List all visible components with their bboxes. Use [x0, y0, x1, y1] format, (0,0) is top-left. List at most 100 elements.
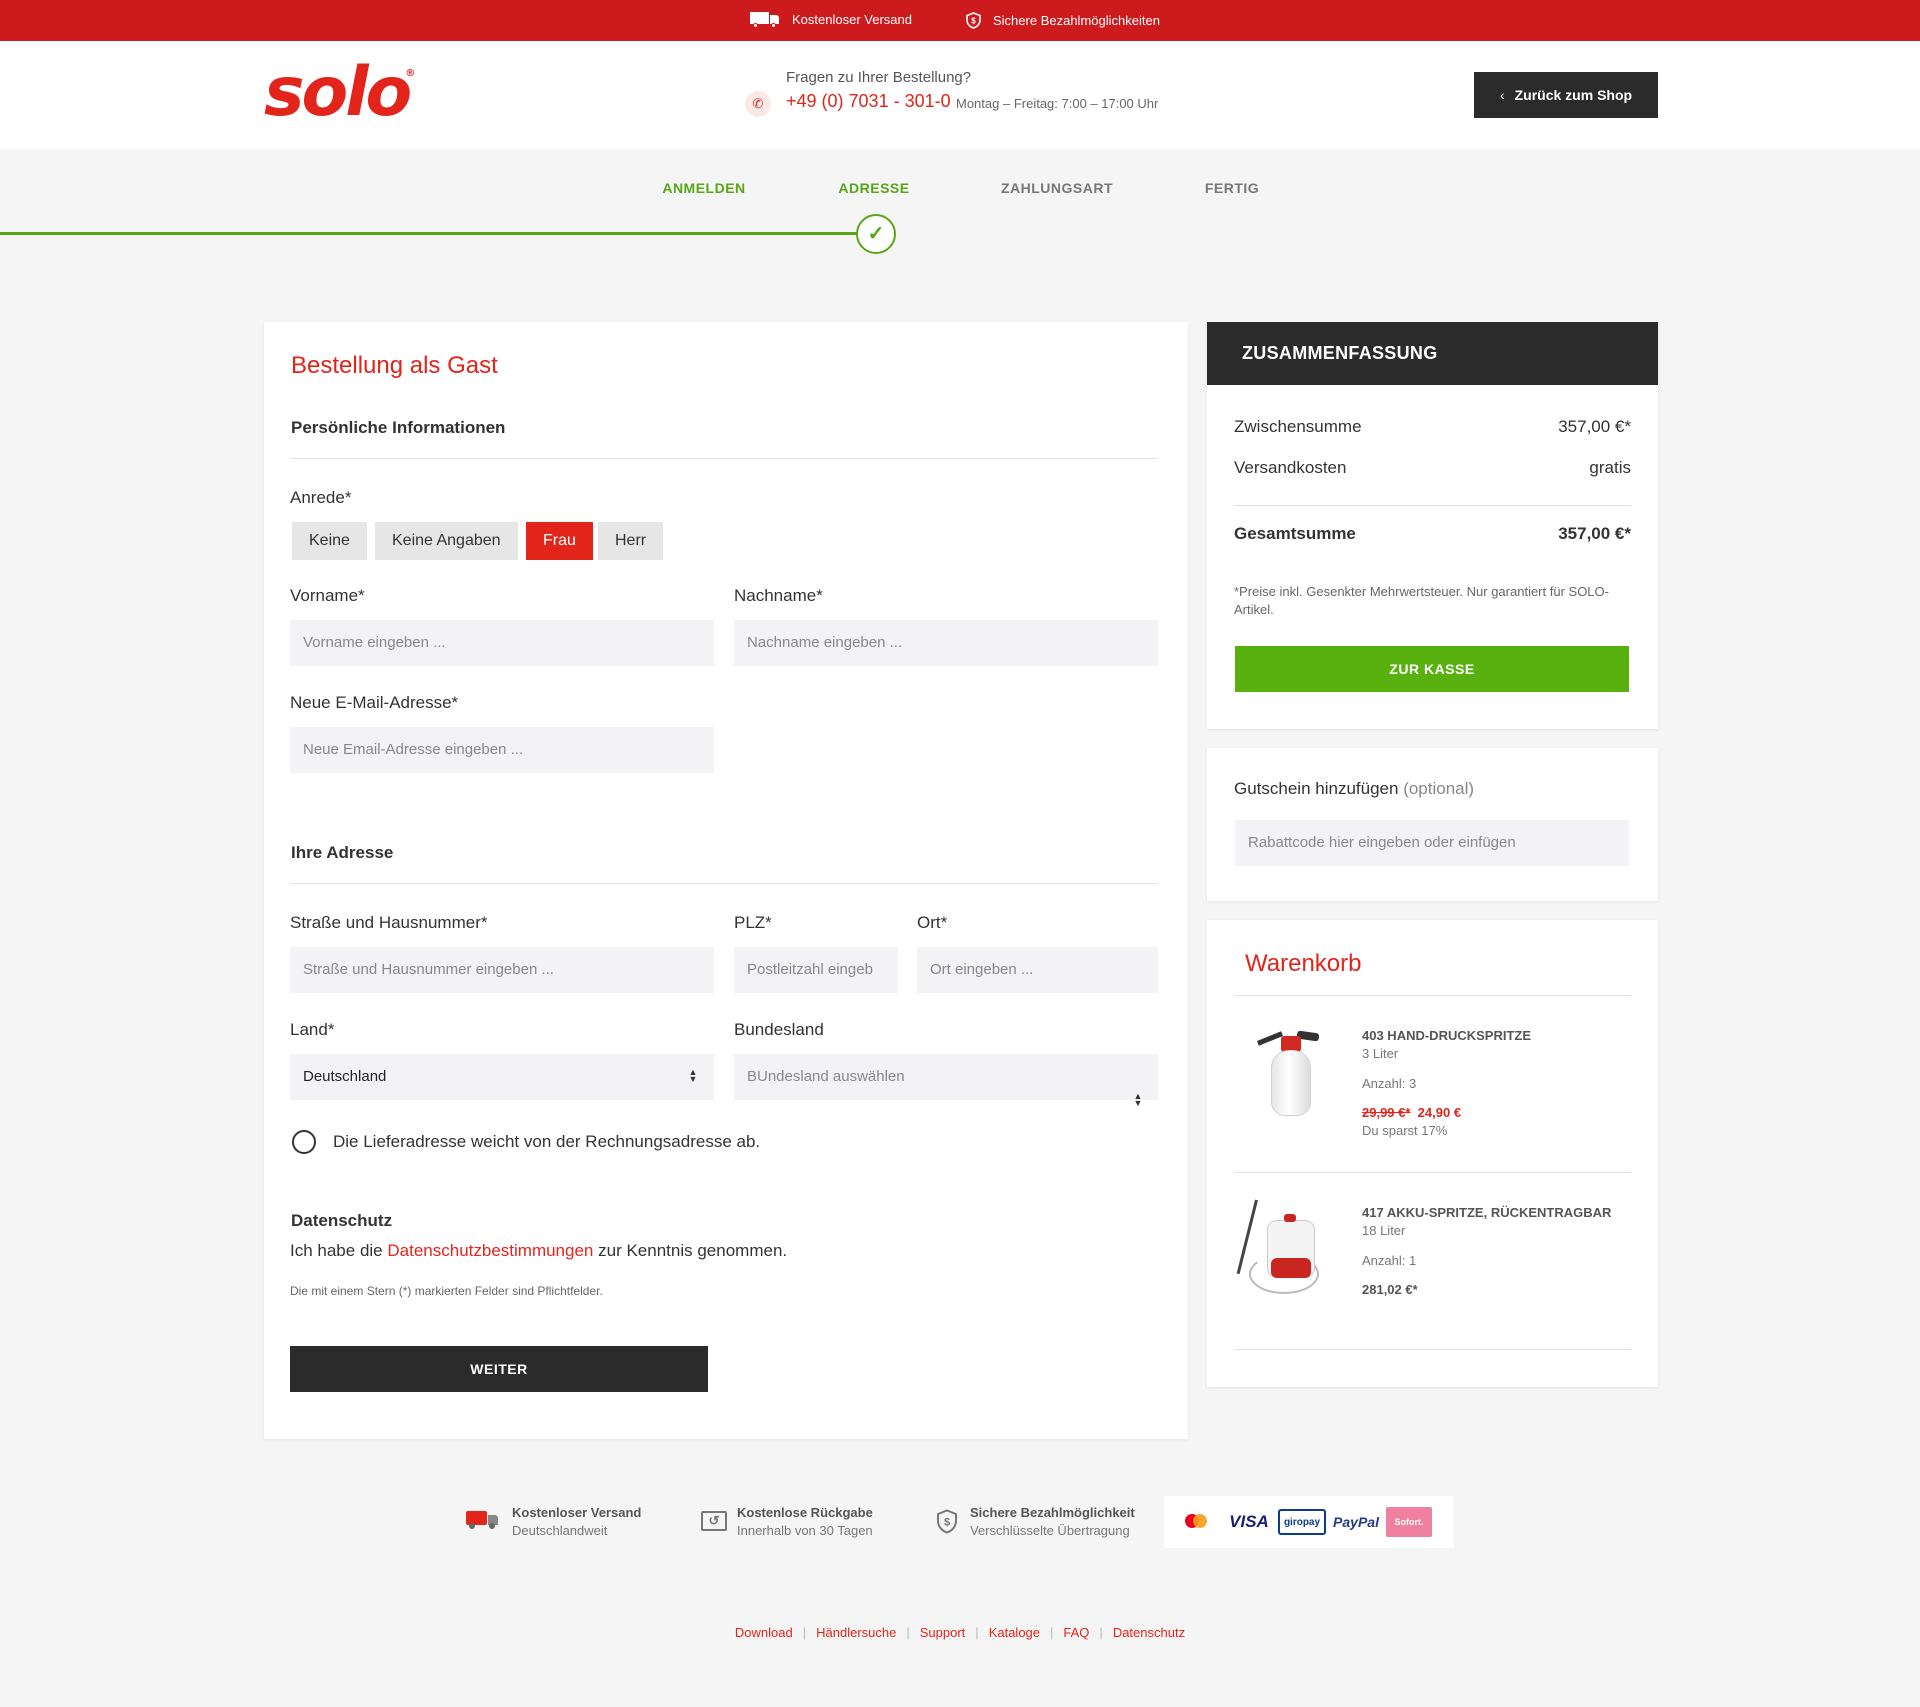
footer-link-haendlersuche[interactable]: Händlersuche	[816, 1625, 896, 1640]
street-label: Straße und Hausnummer*	[290, 913, 488, 932]
cart-item-name[interactable]: 417 AKKU-SPRITZE, RÜCKENTRAGBAR	[1362, 1205, 1611, 1220]
product-image[interactable]	[1236, 1199, 1337, 1300]
cart-item-price: 281,02 €*	[1362, 1282, 1418, 1297]
total-label: Gesamtsumme	[1234, 524, 1356, 543]
check-icon: ✓	[856, 214, 896, 254]
subtotal-label: Zwischensumme	[1234, 417, 1362, 436]
step-zahlungsart: ZAHLUNGSART	[1000, 180, 1114, 196]
state-label: Bundesland	[734, 1020, 824, 1039]
lastname-input[interactable]: Nachname eingeben ...	[734, 620, 1158, 666]
chevron-left-icon: ‹	[1499, 87, 1505, 103]
shield-icon: $	[966, 12, 981, 29]
divider	[290, 458, 1158, 459]
select-arrows-icon: ▲ ▼	[688, 1067, 698, 1084]
coupon-title: Gutschein hinzufügen (optional)	[1234, 779, 1475, 798]
cart-item-name[interactable]: 403 HAND-DRUCKSPRITZE	[1362, 1028, 1531, 1043]
paypal-icon: PayPal	[1333, 1514, 1379, 1530]
price-note: *Preise inkl. Gesenkter Mehrwertsteuer. …	[1234, 584, 1609, 617]
hotline-number[interactable]: +49 (0) 7031 - 301-0	[786, 91, 951, 112]
product-image[interactable]	[1257, 1022, 1327, 1122]
footer-link-support[interactable]: Support	[920, 1625, 966, 1640]
divider	[1234, 505, 1631, 506]
top-bar: Kostenloser Versand $ Sichere Bezahlmögl…	[0, 0, 1920, 41]
lastname-label: Nachname*	[734, 586, 823, 605]
required-note: Die mit einem Stern (*) markierten Felde…	[290, 1284, 603, 1298]
hotline-hours: Montag – Freitag: 7:00 – 17:00 Uhr	[956, 96, 1159, 111]
step-fertig: FERTIG	[1204, 180, 1260, 196]
divider	[290, 883, 1158, 884]
phone-icon: ✆	[745, 91, 771, 117]
svg-text:$: $	[971, 17, 976, 26]
firstname-label: Vorname*	[290, 586, 365, 605]
footer-link-download[interactable]: Download	[735, 1625, 793, 1640]
cart-item-qty: Anzahl: 1	[1362, 1253, 1417, 1268]
salutation-frau[interactable]: Frau	[526, 522, 593, 560]
step-anmelden[interactable]: ANMELDEN	[662, 180, 745, 196]
checkout-steps: ANMELDEN ADRESSE ZAHLUNGSART FERTIG ✓	[0, 149, 1920, 254]
step-adresse[interactable]: ADRESSE	[838, 180, 909, 196]
address-title: Ihre Adresse	[291, 843, 394, 862]
footer-link-faq[interactable]: FAQ	[1063, 1625, 1089, 1640]
payment-logos: VISA giropay PayPal Sofort.	[1164, 1496, 1454, 1548]
return-box-icon: ↺	[701, 1511, 727, 1531]
privacy-title: Datenschutz	[291, 1211, 393, 1230]
summary-title: ZUSAMMENFASSUNG	[1207, 322, 1658, 385]
zip-input[interactable]: Postleitzahl eingeb	[734, 947, 898, 993]
footer-links: Download | Händlersuche | Support | Kataloge | F…	[734, 1625, 1186, 1640]
street-input[interactable]: Straße und Hausnummer eingeben ...	[290, 947, 714, 993]
cart: Warenkorb 403 HAND-DRUCKSPRITZE 3 Liter …	[1207, 920, 1658, 1387]
cart-item-price: 29,99 €* 24,90 €	[1362, 1105, 1462, 1120]
back-to-shop-button[interactable]: ‹ Zurück zum Shop	[1474, 72, 1658, 118]
salutation-keine-angaben[interactable]: Keine Angaben	[375, 522, 518, 560]
next-button[interactable]: WEITER	[290, 1346, 708, 1392]
giropay-icon: giropay	[1278, 1509, 1326, 1535]
hotline-question: Fragen zu Ihrer Bestellung?	[786, 69, 972, 86]
truck-icon	[750, 12, 780, 28]
progress-bar	[0, 232, 874, 235]
country-select[interactable]: Deutschland	[290, 1054, 714, 1100]
zip-label: PLZ*	[734, 913, 772, 932]
svg-text:$: $	[944, 1517, 950, 1529]
top-payment-info: $ Sichere Bezahlmöglichkeiten	[966, 12, 1160, 29]
privacy-text: Ich habe die Datenschutzbestimmungen zur…	[290, 1241, 788, 1260]
divider	[1234, 1349, 1631, 1350]
salutation-herr[interactable]: Herr	[598, 522, 664, 560]
divider	[1234, 995, 1631, 996]
truck-icon	[466, 1511, 498, 1529]
shipping-value: gratis	[1589, 458, 1631, 477]
cart-item-variant: 3 Liter	[1362, 1046, 1399, 1061]
footer-link-datenschutz[interactable]: Datenschutz	[1113, 1625, 1185, 1640]
footer-link-kataloge[interactable]: Kataloge	[989, 1625, 1040, 1640]
city-input[interactable]: Ort eingeben ...	[917, 947, 1158, 993]
divider	[1234, 1172, 1631, 1173]
guest-order-form: Bestellung als Gast Persönliche Informat…	[264, 322, 1188, 1439]
shipping-differs-radio[interactable]	[292, 1130, 316, 1154]
visa-icon: VISA	[1229, 1512, 1269, 1531]
cart-title: Warenkorb	[1245, 950, 1362, 977]
state-select[interactable]: BUndesland auswählen	[734, 1054, 1158, 1100]
cart-item-qty: Anzahl: 3	[1362, 1076, 1417, 1091]
checkout-button[interactable]: ZUR KASSE	[1235, 646, 1629, 692]
privacy-link[interactable]: Datenschutzbestimmungen	[387, 1241, 593, 1260]
top-payment-text: Sichere Bezahlmöglichkeiten	[993, 13, 1160, 28]
order-summary: ZUSAMMENFASSUNG Zwischensumme 357,00 €* …	[1207, 322, 1658, 729]
personal-info-title: Persönliche Informationen	[291, 418, 506, 437]
mastercard-icon	[1176, 1509, 1216, 1535]
firstname-input[interactable]: Vorname eingeben ...	[290, 620, 714, 666]
sofort-icon: Sofort.	[1386, 1507, 1432, 1537]
coupon-box: Gutschein hinzufügen (optional) Rabattco…	[1207, 748, 1658, 901]
top-shipping-info: Kostenloser Versand	[750, 12, 912, 28]
total-value: 357,00 €*	[1558, 524, 1631, 543]
salutation-label: Anrede*	[290, 488, 352, 507]
email-input[interactable]: Neue Email-Adresse eingeben ...	[290, 727, 714, 773]
shipping-differs-label: Die Lieferadresse weicht von der Rechnun…	[333, 1132, 761, 1151]
solo-logo[interactable]: solo ®	[264, 59, 415, 127]
header: solo ® Fragen zu Ihrer Bestellung? ✆ +49 …	[0, 41, 1920, 149]
shield-icon: $	[937, 1509, 957, 1534]
shipping-label: Versandkosten	[1234, 458, 1347, 477]
salutation-keine[interactable]: Keine	[292, 522, 367, 560]
coupon-input[interactable]: Rabattcode hier eingeben oder einfügen	[1235, 820, 1629, 866]
top-shipping-text: Kostenloser Versand	[792, 12, 912, 27]
subtotal-value: 357,00 €*	[1558, 417, 1631, 436]
country-label: Land*	[290, 1020, 335, 1039]
